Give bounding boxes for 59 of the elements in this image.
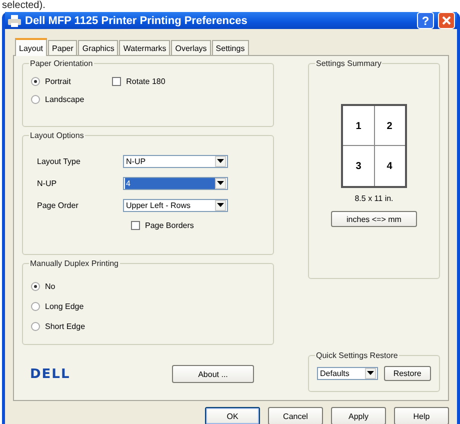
window-title: Dell MFP 1125 Printer Printing Preferences (25, 14, 248, 26)
radio-button[interactable] (31, 76, 40, 86)
option-label: Portrait (45, 76, 71, 86)
checkbox[interactable] (131, 220, 140, 230)
checkbox-label: Page Borders (145, 220, 194, 230)
page-number: 4 (386, 160, 394, 174)
dropdown-value: N-UP (125, 156, 147, 166)
field-label: Page Order (37, 200, 80, 210)
restore-button[interactable]: Restore (384, 366, 431, 381)
dialog-button[interactable]: Cancel (268, 407, 323, 424)
dropdown[interactable]: N-UP (123, 154, 228, 168)
help-button[interactable]: ? (417, 12, 434, 29)
field-label: Layout Type (37, 156, 82, 166)
dropdown[interactable]: 4 (123, 176, 228, 190)
about-button[interactable]: About ... (172, 365, 254, 383)
units-button[interactable]: inches <=> mm (331, 211, 417, 227)
tab[interactable]: Watermarks (119, 40, 170, 55)
field-label: N-UP (37, 178, 58, 188)
tab[interactable]: Settings (212, 40, 249, 55)
tab[interactable]: Overlays (171, 40, 211, 55)
option-label: Short Edge (45, 322, 86, 330)
radio-button[interactable] (31, 322, 40, 330)
dropdown-value: Upper Left - Rows (125, 200, 192, 210)
group-title: Settings Summary (315, 59, 382, 68)
page-number: 3 (354, 160, 362, 174)
option-label: No (45, 282, 56, 290)
dialog-button[interactable]: Apply (331, 407, 386, 424)
tab[interactable]: Layout (15, 38, 48, 56)
paper-size-label: 8.5 x 11 in. (354, 194, 394, 203)
option-label: Landscape (45, 94, 84, 104)
group-title: Layout Options (29, 131, 85, 140)
radio-button[interactable] (31, 94, 40, 104)
dell-logo: DELL (30, 366, 72, 382)
printer-icon (8, 14, 21, 26)
group-title: Quick Settings Restore (315, 350, 399, 360)
caret-icon[interactable] (215, 200, 226, 210)
radio-button[interactable] (31, 302, 40, 310)
caption-text: selected). (1, 0, 46, 12)
group-title: Paper Orientation (29, 59, 94, 68)
caret-icon[interactable] (364, 368, 376, 379)
tab[interactable]: Graphics (78, 40, 118, 55)
dialog-button[interactable]: OK (205, 407, 260, 424)
dropdown[interactable]: Defaults (317, 366, 378, 380)
close-icon (442, 16, 451, 25)
close-button[interactable] (438, 12, 455, 29)
dropdown[interactable]: Upper Left - Rows (123, 198, 228, 212)
radio-button[interactable] (31, 282, 40, 290)
option-label: Long Edge (45, 302, 84, 310)
dialog-button[interactable]: Help (394, 407, 449, 424)
caret-icon[interactable] (215, 156, 226, 166)
group-title: Manually Duplex Printing (29, 259, 120, 268)
tab[interactable]: Paper (48, 40, 78, 55)
dropdown-value: 4 (125, 178, 215, 188)
caret-icon[interactable] (215, 178, 226, 188)
checkbox-label: Rotate 180 (126, 76, 166, 86)
checkbox[interactable] (112, 76, 122, 86)
page-number: 2 (386, 120, 394, 134)
dropdown-value: Defaults (319, 368, 350, 379)
page-number: 1 (354, 120, 362, 134)
